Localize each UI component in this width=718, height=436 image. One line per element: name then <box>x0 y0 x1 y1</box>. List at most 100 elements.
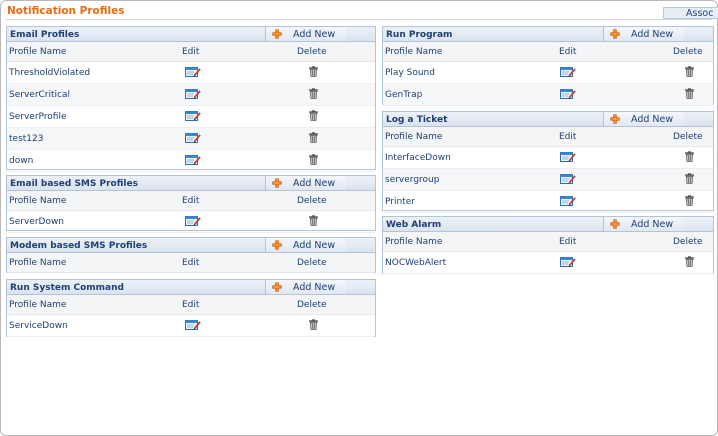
table-row: test123 <box>7 128 375 150</box>
delete-trash-icon[interactable] <box>309 154 318 165</box>
delete-trash-icon[interactable] <box>309 215 318 226</box>
column-header-profile-name: Profile Name <box>9 196 67 206</box>
column-header-profile-name: Profile Name <box>385 132 443 142</box>
add-plus-icon <box>610 219 620 229</box>
panel-header: Modem based SMS Profiles Add New <box>7 238 375 253</box>
edit-pencil-icon[interactable] <box>185 154 201 165</box>
profile-name-link[interactable]: ServiceDown <box>9 321 68 331</box>
panel-title: Email based SMS Profiles <box>10 179 138 189</box>
delete-trash-icon[interactable] <box>685 256 694 267</box>
edit-pencil-icon[interactable] <box>560 66 576 77</box>
add-plus-icon <box>272 282 282 292</box>
edit-pencil-icon[interactable] <box>560 173 576 184</box>
column-header-edit: Edit <box>559 237 577 247</box>
panel-title: Web Alarm <box>386 220 442 230</box>
profile-name-link[interactable]: Printer <box>385 197 415 207</box>
delete-trash-icon[interactable] <box>309 132 318 143</box>
column-header-edit: Edit <box>182 196 200 206</box>
edit-pencil-icon[interactable] <box>185 88 201 99</box>
edit-pencil-icon[interactable] <box>560 88 576 99</box>
panel-header: Email based SMS Profiles Add New <box>7 176 375 191</box>
add-plus-icon <box>610 114 620 124</box>
column-header-row: Profile Name Edit Delete <box>7 253 375 273</box>
profile-name-link[interactable]: ThresholdViolated <box>9 68 90 78</box>
panel-run-system-command: Run System Command Add New Profile Name Edi… <box>6 279 376 337</box>
add-new-button[interactable]: Add New <box>265 176 346 190</box>
panel-header: Run System Command Add New <box>7 280 375 295</box>
edit-pencil-icon[interactable] <box>185 66 201 77</box>
edit-pencil-icon[interactable] <box>560 256 576 267</box>
table-row: InterfaceDown <box>383 147 713 169</box>
panel-web-alarm: Web Alarm Add New Profile Name Edit Delete NO… <box>382 216 714 274</box>
add-new-label: Add New <box>631 29 674 40</box>
add-new-button[interactable]: Add New <box>603 217 684 231</box>
add-new-button[interactable]: Add New <box>265 280 346 294</box>
table-row: ServiceDown <box>7 315 375 337</box>
column-header-profile-name: Profile Name <box>9 47 67 57</box>
column-header-delete: Delete <box>673 47 703 57</box>
column-header-row: Profile Name Edit Delete <box>7 42 375 62</box>
page-title: Notification Profiles <box>7 5 125 17</box>
table-row: Play Sound <box>383 62 713 84</box>
panel-email-sms-profiles: Email based SMS Profiles Add New Profile N… <box>6 175 376 233</box>
add-new-button[interactable]: Add New <box>603 27 684 41</box>
table-row: GenTrap <box>383 84 713 106</box>
column-header-profile-name: Profile Name <box>385 237 443 247</box>
column-header-delete: Delete <box>297 196 327 206</box>
panel-title: Run System Command <box>10 283 124 293</box>
add-new-button[interactable]: Add New <box>265 27 346 41</box>
profile-name-link[interactable]: Play Sound <box>385 68 435 78</box>
profile-name-link[interactable]: ServerProfile <box>9 112 67 122</box>
profile-name-link[interactable]: GenTrap <box>385 90 422 100</box>
column-header-edit: Edit <box>182 300 200 310</box>
column-header-row: Profile Name Edit Delete <box>383 232 713 252</box>
delete-trash-icon[interactable] <box>309 319 318 330</box>
table-row: servergroup <box>383 169 713 191</box>
add-new-button[interactable]: Add New <box>603 112 684 126</box>
table-row: ServerDown <box>7 211 375 233</box>
panel-header: Run Program Add New <box>383 27 713 42</box>
tab-assoc[interactable]: Assoc <box>663 7 718 19</box>
profile-name-link[interactable]: ServerDown <box>9 217 64 227</box>
add-new-button[interactable]: Add New <box>265 238 346 252</box>
panel-run-program: Run Program Add New Profile Name Edit Delete… <box>382 26 714 106</box>
delete-trash-icon[interactable] <box>685 173 694 184</box>
profile-name-link[interactable]: servergroup <box>385 175 439 185</box>
column-header-delete: Delete <box>673 132 703 142</box>
add-new-label: Add New <box>293 29 336 40</box>
delete-trash-icon[interactable] <box>685 88 694 99</box>
panel-title: Log a Ticket <box>386 115 448 125</box>
edit-pencil-icon[interactable] <box>185 215 201 226</box>
edit-pencil-icon[interactable] <box>185 132 201 143</box>
delete-trash-icon[interactable] <box>309 66 318 77</box>
profile-name-link[interactable]: ServerCritical <box>9 90 70 100</box>
column-header-profile-name: Profile Name <box>9 258 67 268</box>
table-row: ThresholdViolated <box>7 62 375 84</box>
edit-pencil-icon[interactable] <box>560 151 576 162</box>
profile-name-link[interactable]: down <box>9 156 33 166</box>
delete-trash-icon[interactable] <box>685 66 694 77</box>
column-header-delete: Delete <box>297 300 327 310</box>
panel-log-a-ticket: Log a Ticket Add New Profile Name Edit Delet… <box>382 111 714 213</box>
panel-header: Email Profiles Add New <box>7 27 375 42</box>
profile-name-link[interactable]: test123 <box>9 134 43 144</box>
add-plus-icon <box>272 240 282 250</box>
delete-trash-icon[interactable] <box>685 195 694 206</box>
column-header-edit: Edit <box>182 47 200 57</box>
delete-trash-icon[interactable] <box>685 151 694 162</box>
profile-name-link[interactable]: InterfaceDown <box>385 153 451 163</box>
add-new-label: Add New <box>631 114 674 125</box>
add-plus-icon <box>272 178 282 188</box>
profile-name-link[interactable]: NOCWebAlert <box>385 258 446 268</box>
panel-header: Log a Ticket Add New <box>383 112 713 127</box>
table-row: ServerCritical <box>7 84 375 106</box>
panel-header: Web Alarm Add New <box>383 217 713 232</box>
edit-pencil-icon[interactable] <box>185 319 201 330</box>
column-header-row: Profile Name Edit Delete <box>7 295 375 315</box>
delete-trash-icon[interactable] <box>309 88 318 99</box>
column-header-delete: Delete <box>297 258 327 268</box>
edit-pencil-icon[interactable] <box>185 110 201 121</box>
edit-pencil-icon[interactable] <box>560 195 576 206</box>
add-new-label: Add New <box>293 282 336 293</box>
delete-trash-icon[interactable] <box>309 110 318 121</box>
